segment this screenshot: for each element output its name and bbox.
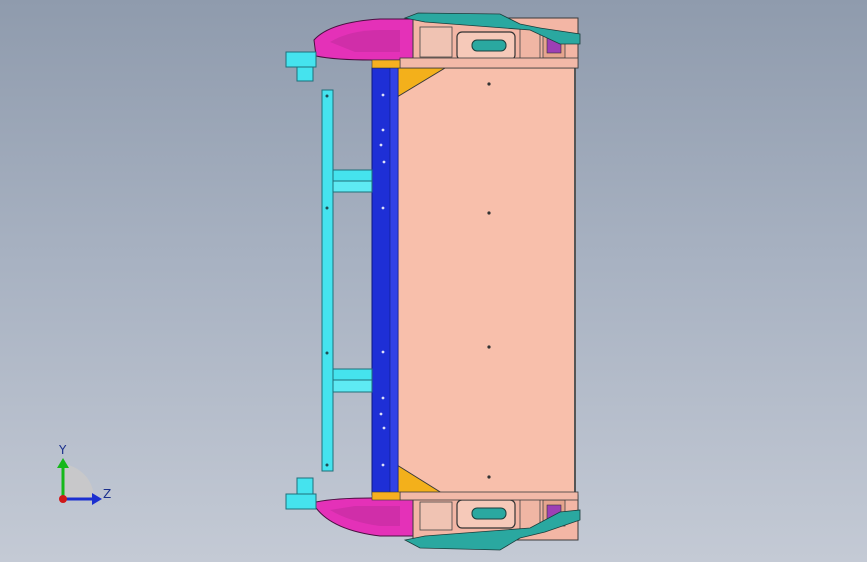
triad-plane-icon xyxy=(63,464,94,499)
coordinate-triad: Y Z xyxy=(57,443,111,505)
z-axis-label: Z xyxy=(103,487,111,501)
blue-rail[interactable] xyxy=(371,67,399,496)
graphics-viewport[interactable] xyxy=(0,0,867,562)
z-arrow-icon xyxy=(92,493,102,505)
cyan-frame[interactable] xyxy=(321,89,373,472)
mount-bracket-top[interactable] xyxy=(285,51,317,82)
mount-bracket-bottom[interactable] xyxy=(285,477,317,510)
end-housing-bottom[interactable] xyxy=(313,491,581,551)
y-arrow-icon xyxy=(57,458,69,468)
y-axis-label: Y xyxy=(58,443,67,457)
origin-icon xyxy=(59,495,67,503)
panel-body[interactable] xyxy=(396,67,576,496)
end-housing-top[interactable] xyxy=(313,12,581,69)
